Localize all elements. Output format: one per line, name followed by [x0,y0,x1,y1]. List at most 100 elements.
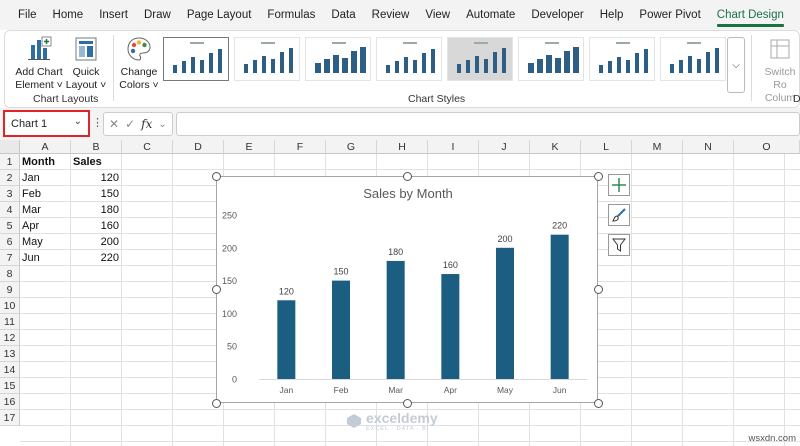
tab-home[interactable]: Home [45,0,92,30]
tab-insert[interactable]: Insert [91,0,136,30]
cell-sales[interactable]: 120 [71,170,119,186]
row-header-10[interactable]: 10 [0,298,20,314]
row-header-1[interactable]: 1 [0,154,20,170]
chart-style-thumbnail[interactable] [376,37,442,81]
chart-style-thumbnail[interactable] [305,37,371,81]
x-tick-label: Jan [279,385,293,395]
row-header-15[interactable]: 15 [0,378,20,394]
column-header-a[interactable]: A [20,140,71,154]
tab-help[interactable]: Help [592,0,632,30]
chart-elements-button[interactable] [608,174,630,196]
tab-draw[interactable]: Draw [136,0,179,30]
chevron-down-icon[interactable]: ⌄ [74,116,82,127]
cell-header-sales[interactable]: Sales [73,154,121,170]
resize-handle[interactable] [211,398,221,408]
palette-icon [125,35,153,63]
formula-input[interactable] [176,112,800,136]
chart-filters-button[interactable] [608,234,630,256]
row-header-5[interactable]: 5 [0,218,20,234]
chart-style-thumbnail[interactable] [163,37,229,81]
enter-icon[interactable]: ✓ [125,117,135,131]
tab-format[interactable]: Format [792,0,800,30]
resize-handle[interactable] [402,171,412,181]
resize-handle[interactable] [593,171,603,181]
tab-file[interactable]: File [10,0,45,30]
cell-month[interactable]: Feb [22,186,70,202]
column-header-f[interactable]: F [275,140,326,154]
cell-month[interactable]: Jan [22,170,70,186]
column-header-k[interactable]: K [530,140,581,154]
row-header-3[interactable]: 3 [0,186,20,202]
chart-styles-button[interactable] [608,204,630,226]
group-label-chart-layouts: Chart Layouts [33,93,99,105]
cell-sales[interactable]: 220 [71,250,119,266]
tab-power-pivot[interactable]: Power Pivot [631,0,708,30]
chart-style-thumbnail[interactable] [518,37,584,81]
column-header-o[interactable]: O [734,140,800,154]
cancel-icon[interactable]: ✕ [109,117,119,131]
more-options-icon[interactable]: ⋮ [92,116,103,129]
thumbnail-bar [431,49,435,73]
gallery-more-button[interactable]: ⌵ [727,37,745,93]
thumbnail-bar [670,64,674,73]
column-header-d[interactable]: D [173,140,224,154]
tab-page-layout[interactable]: Page Layout [179,0,260,30]
chart-style-thumbnail[interactable] [589,37,655,81]
column-header-m[interactable]: M [632,140,683,154]
tab-view[interactable]: View [417,0,458,30]
add-chart-element-button[interactable]: Add Chart Element ˅ [15,35,63,92]
tab-chart-design[interactable]: Chart Design [709,0,792,30]
select-all-corner[interactable] [0,140,20,154]
row-header-17[interactable]: 17 [0,410,20,426]
row-header-9[interactable]: 9 [0,282,20,298]
insert-function-icon[interactable]: fx [141,117,152,131]
quick-layout-button[interactable]: Quick Layout ˅ [65,35,107,92]
chart-style-thumbnail[interactable] [234,37,300,81]
chevron-down-icon[interactable]: ⌄ [158,119,166,130]
chart-style-thumbnail[interactable] [447,37,513,81]
row-header-7[interactable]: 7 [0,250,20,266]
row-header-2[interactable]: 2 [0,170,20,186]
column-header-e[interactable]: E [224,140,275,154]
cell-header-month[interactable]: Month [22,154,70,170]
resize-handle[interactable] [593,285,603,294]
column-header-i[interactable]: I [428,140,479,154]
chart-style-thumbnail[interactable] [660,37,726,81]
tab-developer[interactable]: Developer [523,0,591,30]
row-header-11[interactable]: 11 [0,314,20,330]
tab-formulas[interactable]: Formulas [259,0,323,30]
column-header-g[interactable]: G [326,140,377,154]
row-header-12[interactable]: 12 [0,330,20,346]
cell-sales[interactable]: 150 [71,186,119,202]
column-header-l[interactable]: L [581,140,632,154]
tab-review[interactable]: Review [364,0,418,30]
column-header-h[interactable]: H [377,140,428,154]
cell-month[interactable]: May [22,234,70,250]
column-header-j[interactable]: J [479,140,530,154]
cell-month[interactable]: Apr [22,218,70,234]
row-header-6[interactable]: 6 [0,234,20,250]
thumbnail-bar [564,51,570,73]
chart-object[interactable]: Sales by Month 0 50 100 150 200 250 120 Jan 150 Fe… [216,176,598,403]
tab-data[interactable]: Data [323,0,363,30]
cell-sales[interactable]: 180 [71,202,119,218]
column-header-b[interactable]: B [71,140,122,154]
row-header-4[interactable]: 4 [0,202,20,218]
resize-handle[interactable] [211,285,221,294]
resize-handle[interactable] [593,398,603,408]
cell-month[interactable]: Mar [22,202,70,218]
row-header-16[interactable]: 16 [0,394,20,410]
tab-automate[interactable]: Automate [458,0,523,30]
cell-month[interactable]: Jun [22,250,70,266]
resize-handle[interactable] [402,398,412,408]
row-header-8[interactable]: 8 [0,266,20,282]
name-box[interactable]: Chart 1 ⌄ [3,110,90,137]
column-header-n[interactable]: N [683,140,734,154]
resize-handle[interactable] [211,171,221,181]
row-header-13[interactable]: 13 [0,346,20,362]
row-header-14[interactable]: 14 [0,362,20,378]
column-header-c[interactable]: C [122,140,173,154]
cell-sales[interactable]: 160 [71,218,119,234]
cell-sales[interactable]: 200 [71,234,119,250]
change-colors-button[interactable]: Change Colors ˅ [117,35,161,92]
